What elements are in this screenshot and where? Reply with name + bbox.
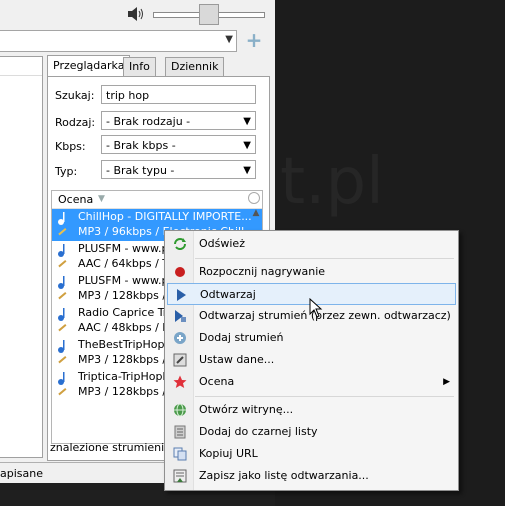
chevron-down-icon[interactable]: ▼ [225, 34, 233, 45]
type-label: Typ: [55, 165, 78, 178]
menu-item-add-stream[interactable]: Dodaj strumień [167, 327, 456, 349]
refresh-icon [174, 238, 186, 250]
submenu-arrow-icon: ▶ [443, 377, 450, 387]
globe-icon [174, 403, 186, 417]
add-stream-icon [174, 332, 186, 344]
save-playlist-icon [173, 469, 187, 483]
url-combo[interactable]: ▼ [0, 30, 237, 52]
speaker-icon[interactable] [127, 7, 147, 21]
chevron-down-icon: ▼ [243, 140, 251, 151]
list-header[interactable]: Ocena ▼ [52, 191, 262, 209]
menu-item-rating[interactable]: Ocena ▶ [167, 371, 456, 393]
settings-icon [173, 353, 187, 367]
kbps-label: Kbps: [55, 140, 86, 153]
music-note-icon [58, 212, 67, 236]
music-note-icon [58, 244, 67, 268]
music-note-icon [58, 276, 67, 300]
record-icon [175, 267, 185, 277]
sort-arrow-icon: ▼ [98, 194, 105, 204]
menu-item-refresh[interactable]: Odśwież [167, 233, 456, 255]
menu-item-save-playlist[interactable]: Zapisz jako listę odtwarzania... [167, 465, 456, 487]
music-note-icon [58, 340, 67, 364]
column-options-icon[interactable] [248, 192, 260, 204]
document-icon [174, 425, 186, 439]
scroll-up-icon[interactable]: ▲ [250, 208, 262, 222]
context-menu: Odśwież Rozpocznij nagrywanie Odtwarzaj … [164, 230, 459, 491]
tab-info[interactable]: Info [123, 57, 156, 76]
menu-item-set-data[interactable]: Ustaw dane... [167, 349, 456, 371]
left-list-pane[interactable] [0, 56, 43, 458]
mouse-cursor-icon [309, 298, 323, 318]
music-note-icon [58, 372, 67, 396]
menu-item-blacklist[interactable]: Dodaj do czarnej listy [167, 421, 456, 443]
search-label: Szukaj: [55, 89, 95, 102]
watermark: t.pl [280, 145, 384, 219]
menu-item-open-site[interactable]: Otwórz witrynę... [167, 399, 456, 421]
tab-log[interactable]: Dziennik [165, 57, 225, 76]
tab-browser[interactable]: Przeglądarka [47, 55, 131, 76]
play-icon [177, 289, 186, 301]
genre-select[interactable]: - Brak rodzaju - ▼ [101, 111, 256, 130]
volume-slider-thumb[interactable] [199, 4, 219, 25]
status-text: apisane [0, 467, 43, 480]
chevron-down-icon: ▼ [243, 165, 251, 176]
menu-item-record[interactable]: Rozpocznij nagrywanie [167, 261, 456, 283]
add-button[interactable]: + [243, 30, 265, 50]
kbps-select[interactable]: - Brak kbps - ▼ [101, 135, 256, 154]
menu-item-copy-url[interactable]: Kopiuj URL [167, 443, 456, 465]
type-select[interactable]: - Brak typu - ▼ [101, 160, 256, 179]
chevron-down-icon: ▼ [243, 116, 251, 127]
copy-icon [173, 447, 187, 461]
star-icon [173, 375, 187, 388]
music-note-icon [58, 308, 67, 332]
play-external-icon [175, 310, 186, 322]
search-input[interactable]: trip hop [101, 85, 256, 104]
genre-label: Rodzaj: [55, 116, 96, 129]
